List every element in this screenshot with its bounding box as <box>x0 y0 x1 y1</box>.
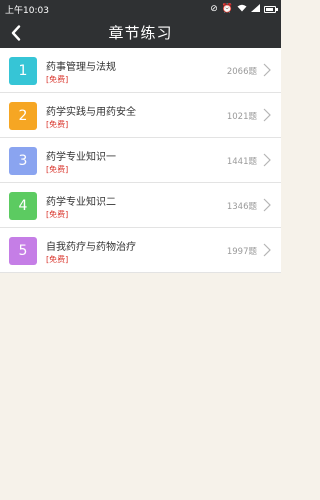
chapter-number-badge: 5 <box>9 237 37 265</box>
wifi-icon <box>237 4 247 15</box>
nav-bar: 章节练习 <box>0 18 281 48</box>
alarm-icon: ⏰ <box>221 3 233 14</box>
chapter-name: 药学专业知识一 <box>46 152 116 163</box>
dnd-icon: ⊘ <box>210 3 218 14</box>
status-time: 上午10:03 <box>5 5 49 16</box>
free-tag: [免费] <box>46 75 69 84</box>
chapter-number-badge: 1 <box>9 57 37 85</box>
chevron-right-icon <box>263 108 271 122</box>
free-tag: [免费] <box>46 165 69 174</box>
page-title: 章节练习 <box>108 24 173 42</box>
chapter-number-badge: 3 <box>9 147 37 175</box>
chapter-name: 药学专业知识二 <box>46 197 116 208</box>
status-icons: ⊘ ⏰ <box>210 3 278 15</box>
question-count: 1021题 <box>226 112 257 122</box>
chapter-name: 药学实践与用药安全 <box>46 107 136 118</box>
chevron-right-icon <box>263 198 271 212</box>
chapter-row[interactable]: 4 药学专业知识二 [免费] 1346题 <box>0 183 281 228</box>
chapter-number-badge: 4 <box>9 192 37 220</box>
chapter-name: 自我药疗与药物治疗 <box>46 242 136 253</box>
signal-icon <box>251 3 260 15</box>
chapter-row[interactable]: 2 药学实践与用药安全 [免费] 1021题 <box>0 93 281 138</box>
free-tag: [免费] <box>46 120 69 129</box>
question-count: 1441题 <box>226 157 257 167</box>
free-tag: [免费] <box>46 210 69 219</box>
chapter-row[interactable]: 5 自我药疗与药物治疗 [免费] 1997题 <box>0 228 281 273</box>
question-count: 1346题 <box>226 202 257 212</box>
question-count: 1997题 <box>226 247 257 257</box>
chevron-right-icon <box>263 63 271 77</box>
chapter-list: 1 药事管理与法规 [免费] 2066题 2 药学实践与用药安全 [免费] 10… <box>0 48 281 273</box>
chapter-row[interactable]: 3 药学专业知识一 [免费] 1441题 <box>0 138 281 183</box>
chapter-row[interactable]: 1 药事管理与法规 [免费] 2066题 <box>0 48 281 93</box>
chapter-name: 药事管理与法规 <box>46 62 116 73</box>
chevron-right-icon <box>263 153 271 167</box>
battery-icon <box>264 5 278 13</box>
question-count: 2066题 <box>226 67 257 77</box>
free-tag: [免费] <box>46 255 69 264</box>
chapter-number-badge: 2 <box>9 102 37 130</box>
status-bar: 上午10:03 ⊘ ⏰ <box>0 0 281 18</box>
chevron-right-icon <box>263 243 271 257</box>
